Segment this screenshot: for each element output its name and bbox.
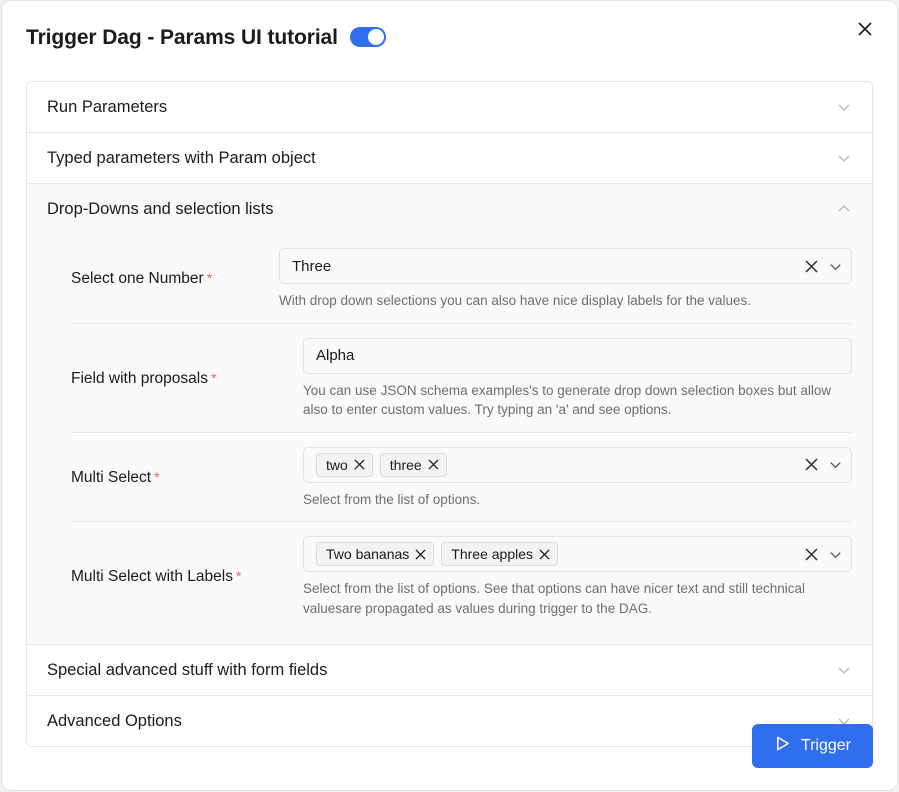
field-control: Three With drop down selections you can	[279, 248, 852, 311]
chip-label: three	[389, 456, 422, 473]
field-label-multi-select-with-labels: Multi Select with Labels *	[71, 567, 303, 587]
chip[interactable]: Two bananas	[316, 542, 435, 567]
field-label-multi-select: Multi Select *	[71, 468, 303, 488]
chevron-down-icon	[836, 99, 852, 115]
chip-label: Three apples	[451, 546, 534, 563]
chevron-down-icon	[836, 662, 852, 678]
field-row: Multi Select * two three Select from the…	[71, 431, 852, 522]
chip-list: Two bananas Three apples	[316, 538, 793, 570]
chip-remove-icon[interactable]	[428, 459, 439, 470]
play-icon	[774, 735, 791, 757]
modal-header: Trigger Dag - Params UI tutorial	[2, 1, 897, 73]
title-group: Trigger Dag - Params UI tutorial	[26, 27, 386, 48]
trigger-button-label: Trigger	[800, 737, 851, 754]
chip-list: two three	[316, 449, 793, 481]
field-label-text: Field with proposals	[71, 369, 208, 387]
field-control: two three Select from the list of option…	[303, 446, 852, 510]
chip-label: two	[326, 456, 348, 473]
select-controls	[799, 259, 843, 274]
field-label-text: Select one Number	[71, 270, 204, 288]
field-control: Alpha You can use JSON schema examples's…	[303, 337, 852, 420]
multi-select-input[interactable]: two three	[303, 446, 852, 483]
accordion-section-special-advanced: Special advanced stuff with form fields	[27, 644, 872, 696]
multi-select-with-labels-input[interactable]: Two bananas Three apples	[303, 536, 852, 573]
field-label-select-one-number: Select one Number *	[47, 269, 279, 289]
accordion-title: Run Parameters	[47, 97, 168, 116]
clear-icon[interactable]	[805, 458, 818, 471]
chevron-down-icon[interactable]	[828, 457, 843, 472]
field-label-text: Multi Select with Labels	[71, 568, 233, 586]
select-controls	[799, 457, 843, 472]
field-row: Field with proposals * Alpha You can use …	[71, 322, 852, 432]
clear-icon[interactable]	[805, 548, 818, 561]
accordion-title: Drop-Downs and selection lists	[47, 199, 274, 218]
select-one-number-input[interactable]: Three	[279, 248, 852, 284]
select-one-number-value: Three	[292, 257, 332, 275]
accordion-header-drop-downs[interactable]: Drop-Downs and selection lists	[27, 184, 872, 234]
close-icon[interactable]	[849, 13, 881, 45]
accordion-header-run-parameters[interactable]: Run Parameters	[27, 82, 872, 132]
chip-label: Two bananas	[326, 546, 410, 563]
accordion-title: Typed parameters with Param object	[47, 148, 316, 167]
accordion-section-drop-downs: Drop-Downs and selection lists Select on…	[27, 183, 872, 645]
chevron-up-icon	[836, 201, 852, 217]
chevron-down-icon[interactable]	[828, 259, 843, 274]
field-label-field-with-proposals: Field with proposals *	[71, 369, 303, 389]
accordion-header-typed-parameters[interactable]: Typed parameters with Param object	[27, 133, 872, 183]
required-marker: *	[206, 270, 213, 287]
params-accordion: Run Parameters Typed parameters with Par…	[26, 81, 873, 748]
field-with-proposals-value: Alpha	[316, 347, 355, 365]
field-control: Two bananas Three apples Select from the…	[303, 536, 852, 618]
trigger-button[interactable]: Trigger	[751, 724, 873, 768]
accordion-section-typed-parameters: Typed parameters with Param object	[27, 132, 872, 183]
select-controls	[799, 547, 843, 562]
trigger-dag-modal: Trigger Dag - Params UI tutorial Run Par…	[1, 0, 898, 791]
chip[interactable]: Three apples	[441, 542, 559, 567]
chip-remove-icon[interactable]	[539, 549, 550, 560]
field-help-text: You can use JSON schema examples's to ge…	[303, 382, 832, 418]
chip-remove-icon[interactable]	[354, 459, 365, 470]
field-with-proposals-input[interactable]: Alpha	[303, 337, 852, 374]
page-title: Trigger Dag - Params UI tutorial	[26, 25, 338, 49]
accordion-header-special-advanced[interactable]: Special advanced stuff with form fields	[27, 645, 872, 696]
accordion-title: Advanced Options	[47, 711, 182, 730]
field-label-text: Multi Select	[71, 468, 152, 486]
accordion-section-run-parameters: Run Parameters	[27, 82, 872, 132]
chevron-down-icon	[836, 150, 852, 166]
field-help-text: With drop down selections you can also h…	[279, 293, 752, 308]
field-help-text: Select from the list of options. See tha…	[303, 581, 806, 616]
chevron-down-icon[interactable]	[828, 547, 843, 562]
chip[interactable]: two	[316, 452, 373, 477]
modal-footer: Trigger	[751, 724, 873, 768]
accordion-body-drop-downs: Select one Number * Three With drop down…	[27, 234, 872, 645]
chip[interactable]: three	[379, 452, 447, 477]
field-help-text: Select from the list of options.	[303, 491, 481, 507]
clear-icon[interactable]	[805, 259, 818, 273]
accordion-header-advanced-options[interactable]: Advanced Options	[27, 696, 872, 747]
field-row: Select one Number * Three With drop down…	[27, 234, 872, 323]
field-row: Multi Select with Labels * Two bananas T…	[71, 521, 852, 630]
required-marker: *	[154, 468, 160, 485]
accordion-section-advanced-options: Advanced Options	[27, 695, 872, 747]
toggle-knob	[367, 29, 384, 45]
required-marker: *	[235, 568, 242, 585]
chip-remove-icon[interactable]	[415, 549, 426, 560]
dag-enabled-toggle[interactable]	[349, 27, 386, 47]
accordion-title: Special advanced stuff with form fields	[47, 660, 328, 679]
required-marker: *	[210, 369, 217, 386]
